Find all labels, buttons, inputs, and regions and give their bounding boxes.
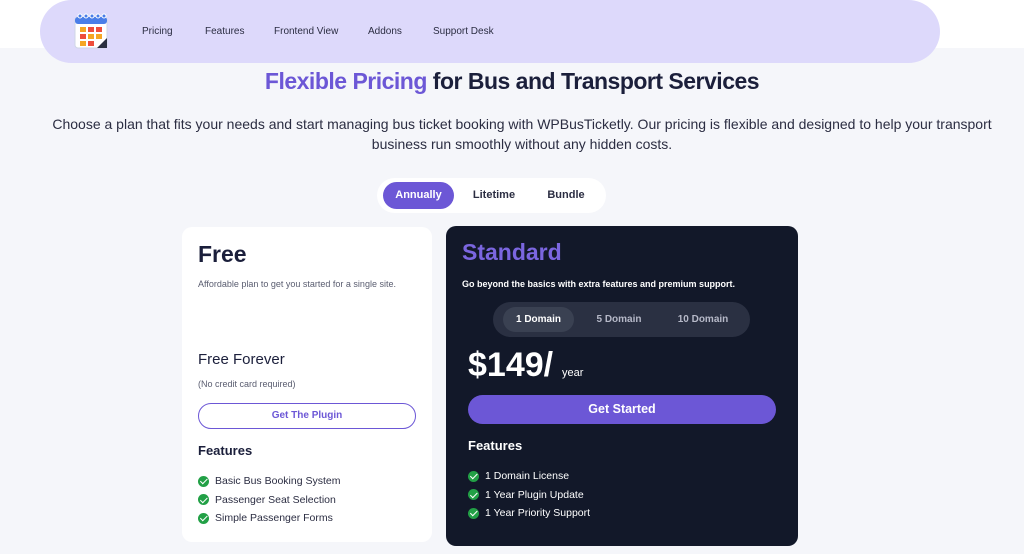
- feature-list: 1 Domain License 1 Year Plugin Update 1 …: [468, 467, 590, 523]
- check-icon: [198, 475, 209, 487]
- plan-name: Standard: [462, 239, 562, 265]
- feature-label: 1 Year Priority Support: [485, 507, 591, 520]
- plan-price: $149/: [468, 346, 554, 384]
- list-item: Basic Bus Booking System: [198, 472, 340, 491]
- plan-card-free: Free Affordable plan to get you started …: [182, 227, 432, 542]
- plan-price-note: (No credit card required): [198, 379, 296, 389]
- feature-label: Basic Bus Booking System: [215, 475, 341, 488]
- billing-toggle: Annually Litetime Bundle: [377, 178, 606, 213]
- nav-item-support-desk[interactable]: Support Desk: [433, 26, 494, 37]
- get-started-button[interactable]: Get Started: [468, 395, 776, 424]
- list-item: Passenger Seat Selection: [198, 491, 340, 510]
- plan-period: year: [562, 367, 584, 379]
- check-icon: [468, 470, 479, 482]
- page-title-rest: for Bus and Transport Services: [432, 68, 760, 94]
- list-item: 1 Domain License: [468, 467, 590, 486]
- feature-list: Basic Bus Booking System Passenger Seat …: [198, 472, 340, 528]
- list-item: 1 Year Priority Support: [468, 504, 590, 523]
- page-title-accent: Flexible Pricing: [264, 68, 428, 94]
- plan-name: Free: [198, 241, 247, 267]
- check-icon: [198, 512, 209, 524]
- plan-description: Affordable plan to get you started for a…: [198, 279, 396, 289]
- plan-description: Go beyond the basics with extra features…: [462, 279, 736, 289]
- nav-item-addons[interactable]: Addons: [368, 26, 402, 37]
- features-heading: Features: [468, 438, 523, 453]
- domain-option-10[interactable]: 10 Domain: [663, 307, 743, 332]
- feature-label: 1 Domain License: [485, 470, 570, 483]
- features-heading: Features: [198, 443, 253, 458]
- billing-option-bundle[interactable]: Bundle: [532, 182, 600, 209]
- calendar-icon[interactable]: [73, 12, 109, 50]
- top-nav: Pricing Features Frontend View Addons Su…: [40, 0, 940, 63]
- check-icon: [198, 494, 209, 506]
- billing-option-lifetime[interactable]: Litetime: [460, 182, 528, 209]
- nav-item-frontend-view[interactable]: Frontend View: [274, 26, 338, 37]
- check-icon: [468, 507, 479, 519]
- feature-label: Passenger Seat Selection: [215, 493, 336, 506]
- domain-toggle: 1 Domain 5 Domain 10 Domain: [493, 302, 750, 337]
- nav-item-pricing[interactable]: Pricing: [142, 26, 173, 37]
- billing-option-annually[interactable]: Annually: [383, 182, 454, 209]
- list-item: 1 Year Plugin Update: [468, 486, 590, 505]
- check-icon: [468, 489, 479, 501]
- domain-option-1[interactable]: 1 Domain: [503, 307, 574, 332]
- plan-card-standard: Standard Go beyond the basics with extra…: [446, 226, 798, 546]
- nav-item-features[interactable]: Features: [205, 26, 244, 37]
- get-plugin-button[interactable]: Get The Plugin: [198, 403, 416, 429]
- page-title: Flexible Pricing for Bus and Transport S…: [0, 68, 1024, 95]
- domain-option-5[interactable]: 5 Domain: [581, 307, 657, 332]
- feature-label: Simple Passenger Forms: [215, 512, 333, 525]
- page-subtitle: Choose a plan that fits your needs and s…: [52, 116, 992, 152]
- list-item: Simple Passenger Forms: [198, 509, 340, 528]
- feature-label: 1 Year Plugin Update: [485, 488, 584, 501]
- plan-price: Free Forever: [198, 351, 285, 368]
